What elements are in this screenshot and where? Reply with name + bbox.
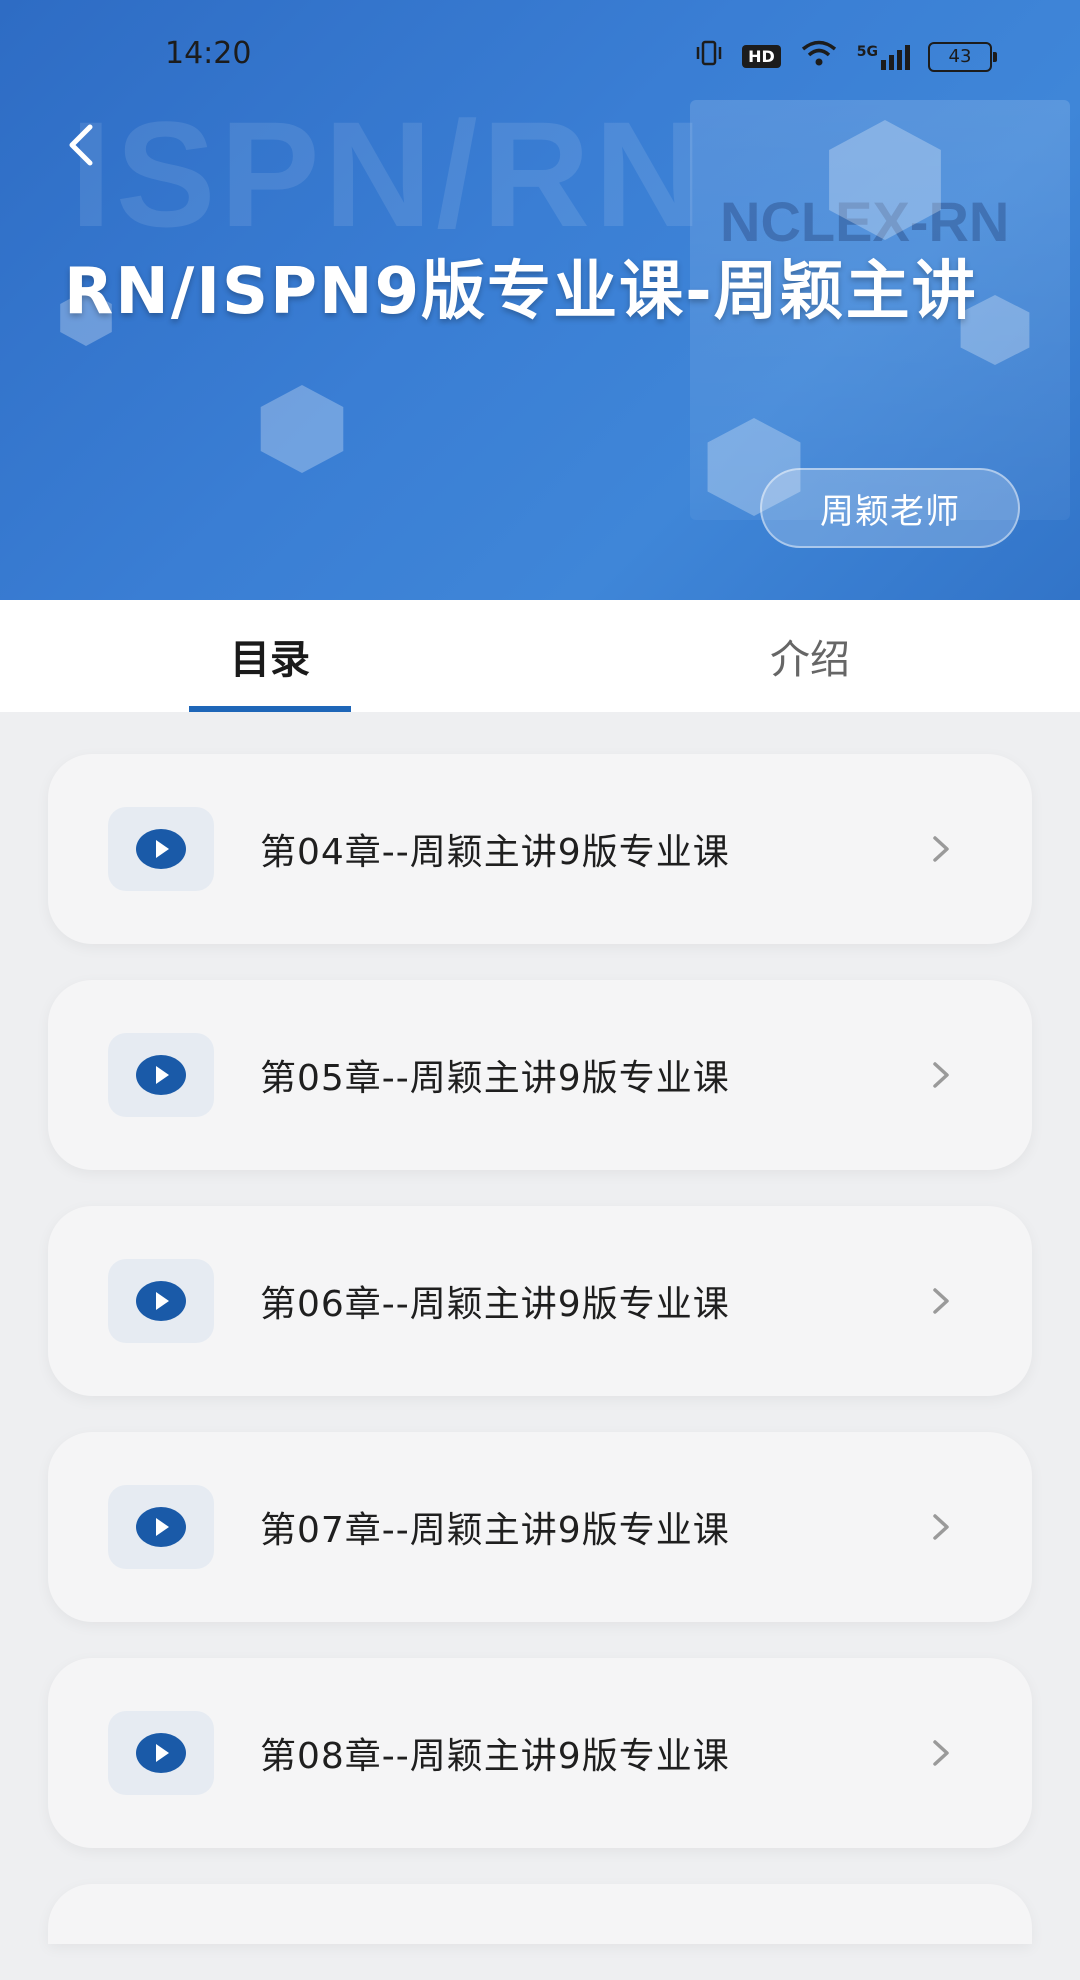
- hd-badge: HD: [742, 45, 781, 68]
- hexagon-decoration: [260, 385, 344, 473]
- chevron-right-icon: [926, 1510, 956, 1544]
- active-tab-indicator: [189, 706, 351, 712]
- play-circle-icon: [136, 1281, 186, 1321]
- play-circle-icon: [136, 1733, 186, 1773]
- vibrate-icon: [694, 38, 724, 75]
- play-icon-container: [108, 1485, 214, 1569]
- chevron-right-icon: [926, 1058, 956, 1092]
- status-bar: 14:20 HD 5G 43: [0, 0, 1080, 110]
- chapter-item[interactable]: 第06章--周颖主讲9版专业课: [48, 1206, 1032, 1396]
- play-icon-container: [108, 807, 214, 891]
- network-type: 5G: [856, 43, 878, 60]
- play-circle-icon: [136, 829, 186, 869]
- chapter-list: 第04章--周颖主讲9版专业课 第05章--周颖主讲9版专业课 第06章--周颖…: [48, 754, 1032, 1980]
- chapter-item[interactable]: 第08章--周颖主讲9版专业课: [48, 1658, 1032, 1848]
- status-time: 14:20: [165, 36, 252, 71]
- chevron-right-icon: [926, 832, 956, 866]
- chapter-title: 第05章--周颖主讲9版专业课: [260, 1058, 730, 1099]
- play-icon-container: [108, 1033, 214, 1117]
- teacher-badge[interactable]: 周颖老师: [760, 468, 1020, 548]
- hero-watermark: ISPN/RN: [70, 90, 707, 258]
- play-icon-container: [108, 1711, 214, 1795]
- chapter-title: 第04章--周颖主讲9版专业课: [260, 832, 730, 873]
- signal-icon: 5G: [857, 44, 910, 70]
- chapter-title: 第06章--周颖主讲9版专业课: [260, 1284, 730, 1325]
- back-button[interactable]: [50, 115, 110, 175]
- course-title: RN/ISPN9版专业课-周颖主讲: [64, 255, 978, 329]
- chapter-item[interactable]: 第04章--周颖主讲9版专业课: [48, 754, 1032, 944]
- chapter-title: 第07章--周颖主讲9版专业课: [260, 1510, 730, 1551]
- status-icons: HD 5G 43: [694, 38, 997, 75]
- chapter-title: 第08章--周颖主讲9版专业课: [260, 1736, 730, 1777]
- tab-catalog[interactable]: 目录: [0, 600, 540, 712]
- battery-icon: 43: [928, 41, 997, 72]
- course-hero-banner: ISPN/RN NCLEX-RN 14:20 HD 5G 43 RN/ISPN9…: [0, 0, 1080, 600]
- chapter-item-partial[interactable]: [48, 1884, 1032, 1944]
- chevron-left-icon: [69, 124, 93, 166]
- play-icon-container: [108, 1259, 214, 1343]
- battery-level: 43: [948, 46, 972, 67]
- chevron-right-icon: [926, 1284, 956, 1318]
- tab-bar: 目录 介绍: [0, 600, 1080, 712]
- play-circle-icon: [136, 1507, 186, 1547]
- chapter-item[interactable]: 第07章--周颖主讲9版专业课: [48, 1432, 1032, 1622]
- play-circle-icon: [136, 1055, 186, 1095]
- wifi-icon: [799, 38, 839, 75]
- tab-intro[interactable]: 介绍: [540, 600, 1080, 712]
- chevron-right-icon: [926, 1736, 956, 1770]
- chapter-item[interactable]: 第05章--周颖主讲9版专业课: [48, 980, 1032, 1170]
